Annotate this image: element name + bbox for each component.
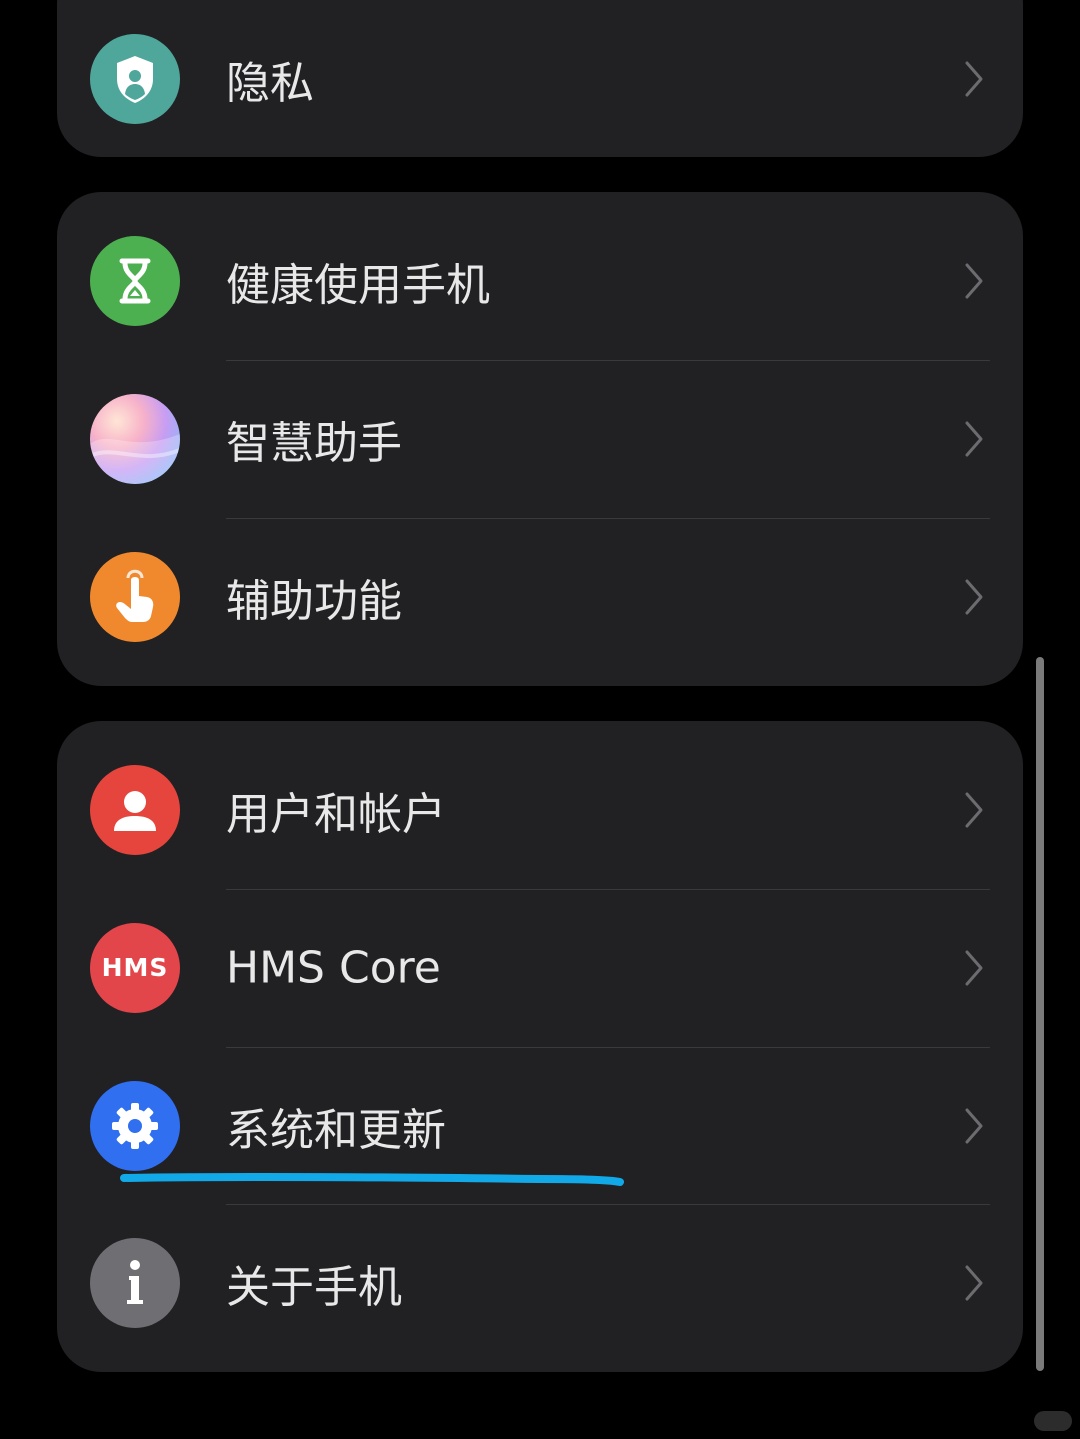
settings-item-digital-balance[interactable]: 健康使用手机: [57, 202, 1023, 359]
settings-item-label: 辅助功能: [226, 575, 402, 627]
settings-item-label: 系统和更新: [226, 1104, 446, 1156]
chevron-right-icon: [965, 263, 983, 298]
settings-item-label: 关于手机: [226, 1261, 402, 1313]
settings-item-smart-assistant[interactable]: 智慧助手: [57, 360, 1023, 517]
hms-icon-text: HMS: [101, 953, 169, 982]
chevron-right-icon: [965, 792, 983, 827]
annotation-underline: [120, 1172, 624, 1186]
chevron-right-icon: [965, 950, 983, 985]
hms-icon: HMS: [90, 922, 180, 1013]
chevron-right-icon: [965, 579, 983, 614]
settings-item-hms-core[interactable]: HMS HMS Core: [57, 889, 1023, 1046]
user-icon: [90, 764, 180, 855]
settings-group-privacy: 隐私: [57, 0, 1023, 157]
assistant-orb-icon: [90, 393, 180, 484]
watermark-badge: [1034, 1411, 1072, 1431]
settings-item-label: 用户和帐户: [226, 788, 446, 840]
settings-item-accessibility[interactable]: 辅助功能: [57, 518, 1023, 675]
chevron-right-icon: [965, 1265, 983, 1300]
settings-item-users-accounts[interactable]: 用户和帐户: [57, 731, 1023, 888]
settings-item-label: HMS Core: [226, 942, 441, 993]
privacy-shield-icon: [90, 33, 180, 124]
hourglass-icon: [90, 235, 180, 326]
settings-item-about-phone[interactable]: 关于手机: [57, 1204, 1023, 1361]
settings-item-privacy[interactable]: 隐私: [57, 0, 1023, 157]
settings-item-label: 智慧助手: [226, 417, 402, 469]
settings-group-system: 用户和帐户 HMS HMS Core 系统和更新 关于手机: [57, 721, 1023, 1372]
settings-item-label: 隐私: [226, 57, 314, 109]
scrollbar[interactable]: [1036, 657, 1044, 1371]
chevron-right-icon: [965, 1108, 983, 1143]
touch-hand-icon: [90, 551, 180, 642]
chevron-right-icon: [965, 61, 983, 96]
settings-group-wellbeing: 健康使用手机 智慧助手 辅助功能: [57, 192, 1023, 686]
info-icon: [90, 1237, 180, 1328]
gear-icon: [90, 1080, 180, 1171]
settings-item-label: 健康使用手机: [226, 259, 490, 311]
chevron-right-icon: [965, 421, 983, 456]
